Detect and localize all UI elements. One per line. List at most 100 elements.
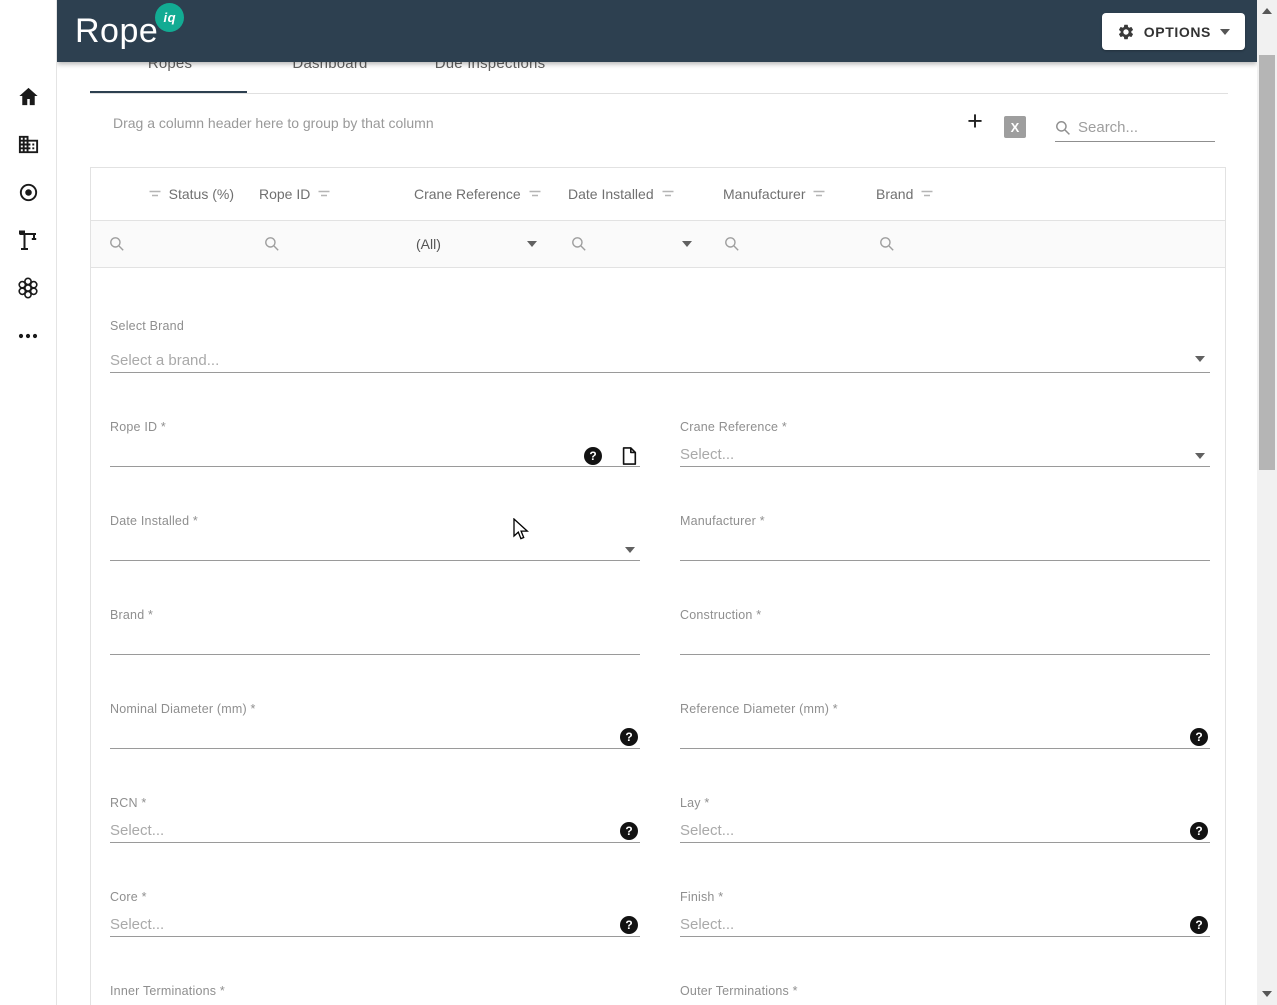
field-label: Outer Terminations *	[680, 984, 798, 998]
date-installed[interactable]	[110, 540, 640, 557]
field-label: Date Installed *	[110, 514, 198, 528]
crane-reference-select[interactable]	[680, 440, 1210, 467]
search-icon	[110, 237, 124, 251]
more-ellipsis-icon	[18, 333, 38, 339]
nominal-diameter[interactable]	[110, 728, 640, 745]
sidebar-item-cranes[interactable]	[0, 220, 56, 260]
column-header-crane-reference[interactable]: Crane Reference	[398, 168, 553, 220]
date-installed-input[interactable]	[110, 534, 640, 561]
filter-cell-status[interactable]	[91, 221, 246, 267]
grid-search-box[interactable]	[1055, 114, 1215, 142]
export-excel-button[interactable]: X	[1004, 116, 1026, 138]
help-icon[interactable]: ?	[1190, 822, 1208, 840]
field-inner-terminations: Inner Terminations *	[110, 984, 640, 1005]
core[interactable]	[110, 916, 640, 933]
finish[interactable]	[680, 916, 1210, 933]
rope-id[interactable]	[110, 446, 640, 463]
filter-icon[interactable]	[920, 188, 934, 200]
column-label: Manufacturer	[723, 186, 806, 202]
logo-iq-badge: iq	[155, 2, 185, 32]
chevron-down-icon[interactable]	[682, 241, 692, 247]
sidebar-item-home[interactable]	[0, 76, 56, 116]
construction-input[interactable]	[680, 628, 1210, 655]
construction[interactable]	[680, 634, 1210, 651]
chevron-down-icon[interactable]	[1195, 453, 1205, 459]
reference-diameter-input[interactable]	[680, 722, 1210, 749]
search-icon	[725, 237, 739, 251]
finish-select[interactable]	[680, 910, 1210, 937]
search-icon	[880, 237, 894, 251]
manufacturer[interactable]	[680, 540, 1210, 557]
field-crane-reference: Crane Reference *	[680, 420, 1210, 470]
filter-cell-date-installed[interactable]	[553, 221, 706, 267]
filter-cell-manufacturer[interactable]	[706, 221, 861, 267]
crane-reference[interactable]	[680, 446, 1210, 463]
chevron-down-icon[interactable]	[625, 547, 635, 553]
building-icon	[18, 135, 38, 153]
filter-cell-brand[interactable]	[861, 221, 1225, 267]
brand-select[interactable]	[110, 352, 1210, 369]
reference-diameter[interactable]	[680, 728, 1210, 745]
filter-select-value: (All)	[416, 236, 441, 252]
rope-id-input[interactable]	[110, 440, 640, 467]
gear-icon	[1118, 24, 1133, 39]
vertical-scrollbar[interactable]	[1257, 0, 1277, 1005]
help-icon[interactable]: ?	[584, 447, 602, 465]
help-icon[interactable]: ?	[620, 728, 638, 746]
sidebar-item-company[interactable]	[0, 124, 56, 164]
rcn[interactable]	[110, 822, 640, 839]
add-row-button[interactable]: +	[962, 108, 988, 135]
filter-icon[interactable]	[148, 188, 162, 200]
help-icon[interactable]: ?	[620, 822, 638, 840]
field-label: Rope ID *	[110, 420, 166, 434]
grid-filter-row: (All)	[91, 220, 1225, 268]
field-label: Lay *	[680, 796, 710, 810]
chevron-down-icon[interactable]	[527, 241, 537, 247]
filter-icon[interactable]	[812, 188, 826, 200]
rcn-select[interactable]	[110, 816, 640, 843]
field-finish: Finish * ?	[680, 890, 1210, 940]
brand-select-input[interactable]	[110, 343, 1210, 373]
scroll-up-arrow[interactable]	[1257, 2, 1277, 20]
group-panel-hint: Drag a column header here to group by th…	[113, 115, 434, 131]
filter-cell-crane-reference[interactable]: (All)	[398, 221, 553, 267]
sidebar-item-ropes[interactable]	[0, 268, 56, 308]
chevron-down-icon[interactable]	[1195, 356, 1205, 362]
column-header-manufacturer[interactable]: Manufacturer	[706, 168, 861, 220]
column-label: Date Installed	[568, 186, 654, 202]
brand-input[interactable]	[110, 628, 640, 655]
column-header-date-installed[interactable]: Date Installed	[553, 168, 706, 220]
field-rcn: RCN * ?	[110, 796, 640, 846]
help-icon[interactable]: ?	[620, 916, 638, 934]
field-nominal-diameter: Nominal Diameter (mm) * ?	[110, 702, 640, 752]
sidebar-item-sites[interactable]	[0, 172, 56, 212]
filter-icon[interactable]	[528, 188, 542, 200]
core-select[interactable]	[110, 910, 640, 937]
column-header-rope-id[interactable]: Rope ID	[246, 168, 398, 220]
field-label: Construction *	[680, 608, 762, 622]
lay[interactable]	[680, 822, 1210, 839]
field-label: Crane Reference *	[680, 420, 787, 434]
manufacturer-input[interactable]	[680, 534, 1210, 561]
filter-cell-rope-id[interactable]	[246, 221, 398, 267]
app-header: Rope iq OPTIONS	[57, 0, 1257, 62]
field-outer-terminations: Outer Terminations *	[680, 984, 1210, 1005]
options-button[interactable]: OPTIONS	[1101, 13, 1245, 50]
filter-icon[interactable]	[661, 188, 675, 200]
scroll-down-arrow[interactable]	[1257, 985, 1277, 1003]
help-icon[interactable]: ?	[1190, 916, 1208, 934]
column-header-status[interactable]: Status (%)	[91, 168, 246, 220]
field-label: Manufacturer *	[680, 514, 765, 528]
scrollbar-thumb[interactable]	[1259, 55, 1275, 470]
sidebar-item-more[interactable]	[0, 316, 56, 356]
grid-search-input[interactable]	[1078, 119, 1203, 136]
lay-select[interactable]	[680, 816, 1210, 843]
help-icon[interactable]: ?	[1190, 728, 1208, 746]
app-screen: Ropes Dashboard Due Inspections Drag a c…	[0, 0, 1277, 1005]
nominal-diameter-input[interactable]	[110, 722, 640, 749]
brand[interactable]	[110, 634, 640, 651]
filter-icon[interactable]	[317, 188, 331, 200]
field-label: Nominal Diameter (mm) *	[110, 702, 256, 716]
column-header-brand[interactable]: Brand	[861, 168, 1225, 220]
document-icon[interactable]	[620, 446, 638, 466]
